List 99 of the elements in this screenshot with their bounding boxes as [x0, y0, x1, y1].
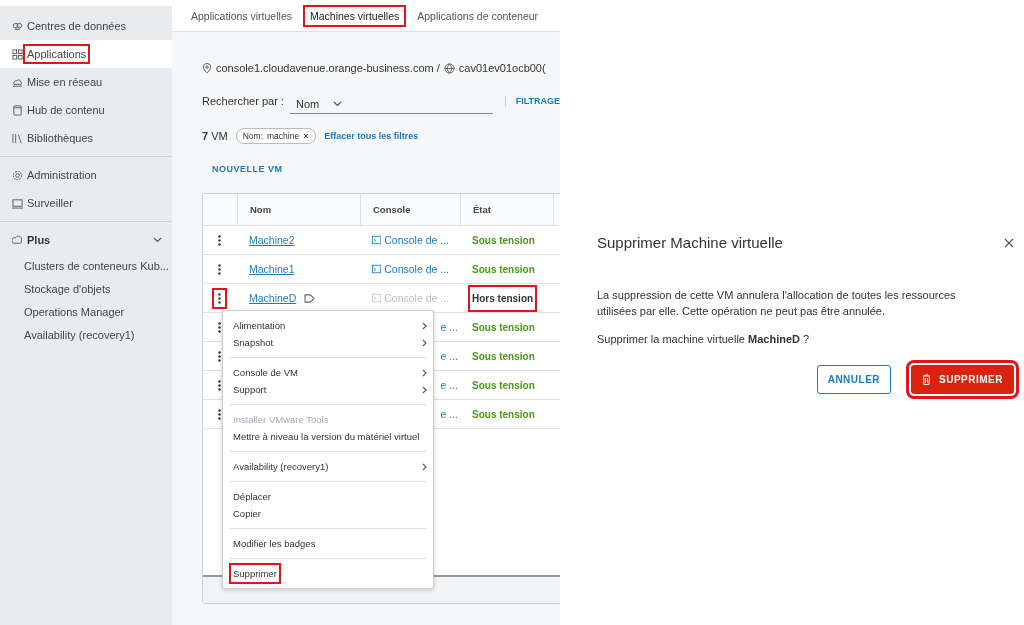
console-link[interactable]: Console de ... — [384, 263, 449, 275]
menu-item-label: Console de VM — [232, 366, 299, 380]
sidebar-item-label: Surveiller — [26, 196, 74, 211]
menu-item-label: Mettre à niveau la version du matériel virtuel — [232, 430, 421, 444]
dialog-title: Supprimer Machine virtuelle — [597, 234, 783, 251]
chevron-right-icon — [422, 462, 427, 471]
power-state: Sous tension — [471, 320, 536, 335]
more-options-icon[interactable] — [218, 350, 221, 362]
column-header[interactable]: État — [460, 194, 553, 225]
section-label: Plus — [27, 234, 52, 246]
globe-icon — [443, 62, 455, 74]
power-state: Sous tension — [471, 407, 536, 422]
sidebar-item[interactable]: Centres de données — [0, 12, 172, 40]
sidebar-item-label: Administration — [26, 168, 98, 183]
power-state: Sous tension — [471, 233, 536, 248]
menu-item[interactable]: Copier — [229, 505, 427, 522]
sidebar-item-label: Applications — [23, 44, 91, 64]
sidebar-item[interactable]: Surveiller — [0, 189, 172, 217]
sidebar-item[interactable]: Applications — [0, 40, 172, 68]
power-state: Hors tension — [468, 284, 538, 312]
close-icon[interactable] — [1004, 237, 1014, 248]
chevron-down-icon[interactable] — [333, 100, 343, 107]
vm-count: 7 VM — [202, 130, 228, 142]
power-state: Sous tension — [471, 378, 536, 393]
organization-name: cav01ev01ocb00( — [458, 62, 546, 74]
sidebar-link[interactable]: Clusters de conteneurs Kub... — [0, 254, 172, 277]
menu-item-label: Déplacer — [232, 490, 273, 504]
sidebar-item[interactable]: Bibliothèques — [0, 124, 172, 152]
menu-item-label: Modifier les badges — [232, 537, 317, 551]
sidebar-item[interactable]: Mise en réseau — [0, 68, 172, 96]
books-icon — [12, 132, 23, 144]
close-icon[interactable] — [303, 133, 310, 139]
menu-item-label: Alimentation — [232, 319, 287, 333]
menu-item-label: Installer VMware Tools — [232, 413, 330, 427]
terminal-icon — [372, 264, 382, 274]
menu-item[interactable]: Snapshot — [229, 334, 427, 351]
new-vm-button[interactable]: NOUVELLE VM — [202, 158, 293, 180]
dialog-message: La suppression de cette VM annulera l'allocation de toutes les ressources utilisées par elle. Cette opération ne peut pas être annulée. — [597, 288, 957, 319]
more-options-icon[interactable] — [218, 263, 221, 275]
console-link[interactable]: e ... — [440, 408, 458, 420]
sidebar-link[interactable]: Availability (recovery1) — [0, 323, 172, 346]
tab[interactable]: Applications virtuelles — [184, 4, 299, 27]
trash-icon — [922, 374, 932, 385]
sidebar-item-label: Hub de contenu — [26, 103, 106, 118]
tab[interactable]: Machines virtuelles — [302, 4, 407, 27]
console-link[interactable]: e ... — [440, 321, 458, 333]
menu-item[interactable]: Mettre à niveau la version du matériel virtuel — [229, 428, 427, 445]
more-options-button[interactable] — [212, 287, 227, 309]
power-state: Sous tension — [471, 262, 536, 277]
more-options-icon[interactable] — [218, 379, 221, 391]
sidebar-item[interactable]: Hub de contenu — [0, 96, 172, 124]
more-options-icon[interactable] — [218, 234, 221, 246]
terminal-icon — [372, 235, 382, 245]
vm-name-link[interactable]: Machine1 — [249, 263, 295, 275]
power-state: Sous tension — [471, 349, 536, 364]
location-pin-icon — [202, 62, 212, 74]
console-link[interactable]: Console de ... — [384, 234, 449, 246]
more-options-icon[interactable] — [218, 292, 221, 304]
console-link[interactable]: e ... — [440, 379, 458, 391]
settings-icon — [12, 169, 23, 181]
search-field[interactable]: Nom — [289, 94, 493, 114]
menu-item[interactable]: Modifier les badges — [229, 535, 427, 552]
search-label: Rechercher par : — [202, 95, 284, 107]
sidebar-item-label: Centres de données — [26, 19, 128, 34]
clear-filters-link[interactable]: Effacer tous les filtres — [324, 131, 419, 141]
terminal-icon — [372, 293, 382, 303]
menu-item-label: Copier — [232, 507, 262, 521]
menu-item-label: Support — [232, 383, 268, 397]
tab[interactable]: Applications de conteneur — [410, 4, 546, 27]
menu-item-label: Supprimer — [229, 563, 281, 584]
menu-item-label: Snapshot — [232, 336, 275, 350]
vm-name-link[interactable]: Machine2 — [249, 234, 295, 246]
sidebar-item-label: Mise en réseau — [26, 75, 104, 90]
sidebar-item[interactable]: Administration — [0, 161, 172, 189]
filter-chip[interactable]: Nom: machine — [235, 128, 317, 144]
sidebar-link[interactable]: Operations Manager — [0, 300, 172, 323]
chevron-down-icon[interactable] — [153, 237, 162, 243]
grid-icon — [12, 48, 23, 60]
monitor-icon — [12, 197, 23, 209]
vm-name-link[interactable]: MachineD — [249, 292, 297, 304]
more-options-icon[interactable] — [218, 408, 221, 420]
sidebar-link[interactable]: Stockage d'objets — [0, 277, 172, 300]
confirmation-question: Supprimer la machine virtuelle MachineD ? — [597, 333, 811, 345]
document-icon — [12, 104, 23, 116]
console-link[interactable]: e ... — [440, 350, 458, 362]
menu-item[interactable]: Console de VM — [229, 364, 427, 381]
filter-button[interactable]: FILTRAGE — [504, 96, 560, 106]
column-header[interactable]: Console — [360, 194, 460, 225]
menu-item[interactable]: Supprimer — [229, 565, 427, 582]
sidebar-item-label: Bibliothèques — [26, 131, 95, 146]
more-options-icon[interactable] — [218, 321, 221, 333]
menu-item[interactable]: Support — [229, 381, 427, 398]
menu-item[interactable]: Alimentation — [229, 317, 427, 334]
menu-item-label: Availability (recovery1) — [232, 460, 330, 474]
menu-item[interactable]: Déplacer — [229, 488, 427, 505]
cancel-button[interactable]: ANNULER — [816, 365, 892, 394]
column-header[interactable]: Nom — [237, 194, 360, 225]
menu-item[interactable]: Availability (recovery1) — [229, 458, 427, 475]
site-name: console1.cloudavenue.orange-business.com / — [216, 62, 440, 74]
